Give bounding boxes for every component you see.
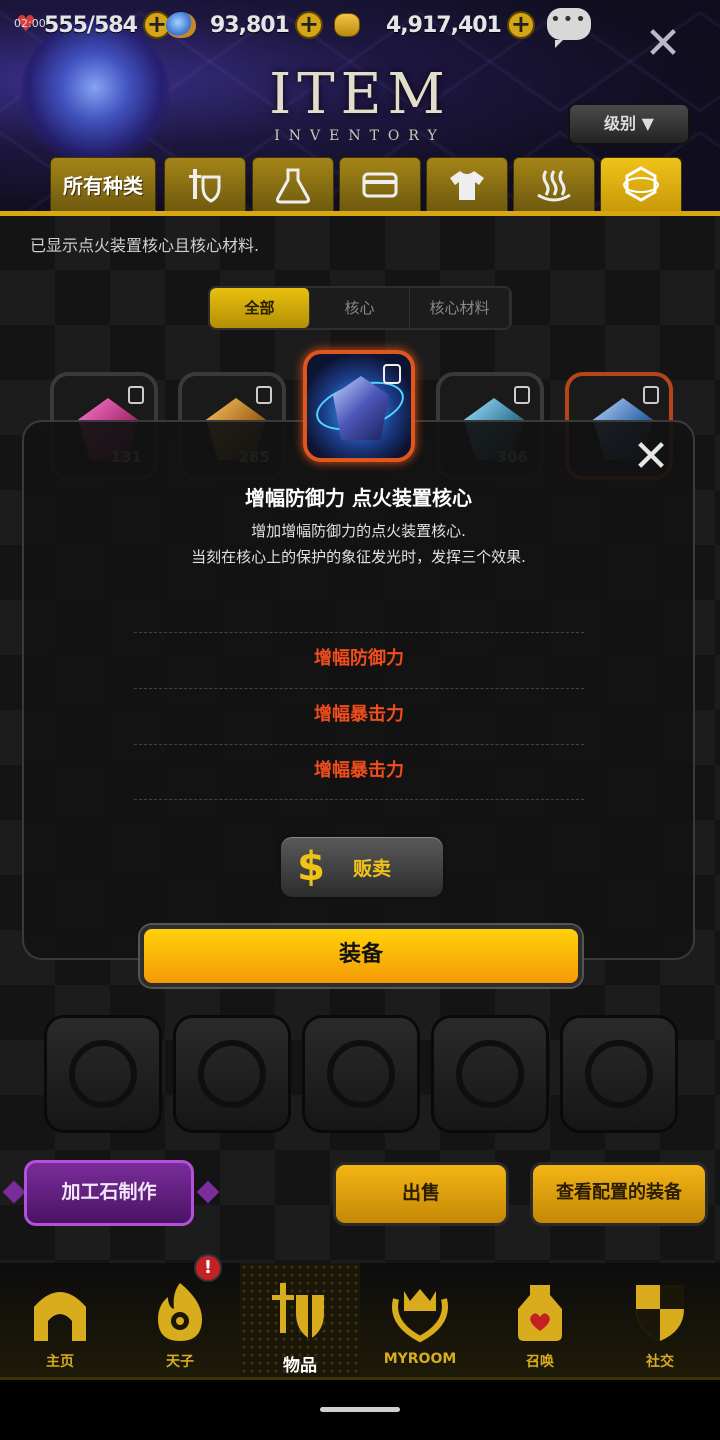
stamina-value: 555/584 — [44, 12, 138, 38]
sell-item-label: 贩卖 — [353, 857, 392, 880]
nav-social[interactable]: 社交 — [600, 1263, 720, 1377]
sword-shield-icon — [272, 1283, 324, 1339]
notification-badge: ! — [194, 1254, 222, 1282]
filter-core[interactable]: 核心 — [310, 288, 410, 328]
description-line: 当刻在核心上的保护的象征发光时，发挥三个效果. — [191, 548, 526, 566]
nav-label: 主页 — [46, 1354, 74, 1370]
empty-core-slot[interactable] — [173, 1015, 291, 1133]
dollar-icon: $ — [297, 844, 325, 890]
dialog-title: 增幅防御力 点火装置核心 — [245, 486, 472, 510]
gem-resource: 93,801 + — [166, 6, 323, 44]
view-equipped-button[interactable]: 查看配置的装备 — [530, 1162, 708, 1226]
effect-row: 增幅暴击力 — [134, 744, 584, 800]
filter-material[interactable]: 核心材料 — [410, 288, 510, 328]
weapon-armor-icon — [189, 168, 221, 203]
dialog-description: 增加增幅防御力的点火装置核心. 当刻在核心上的保护的象征发光时，发挥三个效果. — [24, 518, 693, 570]
nav-label: 物品 — [283, 1356, 317, 1376]
card-icon — [362, 172, 398, 197]
empty-slot-icon — [327, 1040, 395, 1108]
dialog-close-icon[interactable]: ✕ — [631, 435, 671, 479]
nav-tianzi[interactable]: 天子 — [120, 1263, 240, 1377]
selected-core-slot[interactable] — [303, 350, 415, 462]
effect-row: 增幅防御力 — [134, 632, 584, 688]
nav-label: MYROOM — [383, 1351, 457, 1367]
ignition-core-icon — [623, 165, 659, 202]
flame-eye-icon — [158, 1283, 202, 1341]
core-badge-icon — [383, 364, 401, 384]
social-shield-icon — [636, 1285, 684, 1341]
nav-label: 天子 — [166, 1354, 194, 1370]
effect-row: 增幅暴击力 — [134, 688, 584, 744]
system-nav-bar — [0, 1380, 720, 1440]
gold-resource: 4,917,401 + — [334, 6, 535, 44]
clock: 02:00 — [14, 17, 46, 30]
description-line: 增加增幅防御力的点火装置核心. — [251, 522, 466, 540]
empty-core-slot[interactable] — [44, 1015, 162, 1133]
empty-core-slot[interactable] — [560, 1015, 678, 1133]
costume-shirt-icon — [450, 170, 484, 200]
tab-costumes[interactable] — [426, 157, 508, 212]
empty-core-slot[interactable] — [302, 1015, 420, 1133]
item-detail-dialog: ✕ 增幅防御力 点火装置核心 增加增幅防御力的点火装置核心. 当刻在核心上的保护… — [22, 420, 695, 960]
summon-potion-icon — [518, 1285, 562, 1341]
tab-equipment[interactable] — [164, 157, 246, 212]
home-gate-icon — [34, 1292, 86, 1341]
resource-bar: ♥ 555/584 + 93,801 + 4,917,401 + — [0, 6, 720, 46]
tab-ignition-cores[interactable] — [600, 157, 682, 212]
nav-summon[interactable]: 召唤 — [480, 1263, 600, 1377]
sort-dropdown[interactable]: 级别 ▼ — [568, 103, 690, 145]
empty-slot-icon — [456, 1040, 524, 1108]
tab-cards[interactable] — [339, 157, 421, 212]
add-gold-button[interactable]: + — [506, 11, 535, 39]
gold-coin-icon — [334, 13, 360, 37]
core-badge-icon — [256, 386, 272, 404]
core-badge-icon — [514, 386, 530, 404]
tab-underline — [0, 211, 720, 216]
empty-slot-icon — [198, 1040, 266, 1108]
tab-hot-spring[interactable] — [513, 157, 595, 212]
tab-all[interactable]: 所有种类 — [50, 157, 156, 212]
nav-items[interactable]: 物品 — [240, 1263, 360, 1377]
nav-label: 召唤 — [526, 1354, 554, 1370]
nav-home[interactable]: 主页 — [0, 1263, 120, 1377]
sell-button[interactable]: 出售 — [333, 1162, 509, 1226]
empty-slot-icon — [585, 1040, 653, 1108]
sell-item-button[interactable]: $ 贩卖 — [278, 834, 446, 900]
gem-value: 93,801 — [210, 12, 290, 38]
hot-spring-icon — [537, 169, 571, 201]
filter-all[interactable]: 全部 — [210, 288, 310, 328]
potion-flask-icon — [275, 168, 311, 203]
empty-core-slot[interactable] — [431, 1015, 549, 1133]
filter-notice: 已显示点火装置核心且核心材料. — [30, 236, 260, 255]
chat-icon[interactable]: ••• — [547, 8, 591, 48]
tab-consumables[interactable] — [252, 157, 334, 212]
core-badge-icon — [643, 386, 659, 404]
nav-label: 社交 — [646, 1354, 674, 1370]
crown-laurel-icon — [392, 1289, 448, 1343]
gold-value: 4,917,401 — [386, 12, 502, 38]
core-filter: 全部 核心 核心材料 — [208, 286, 512, 330]
category-tabs: 所有种类 — [0, 157, 720, 215]
tab-all-label: 所有种类 — [63, 174, 143, 198]
equip-button[interactable]: 装备 — [140, 925, 582, 987]
bottom-nav: 主页 天子 物品 MYROOM 召唤 社交 — [0, 1263, 720, 1380]
divider — [134, 799, 584, 800]
core-badge-icon — [128, 386, 144, 404]
nav-myroom[interactable]: MYROOM — [360, 1263, 480, 1377]
add-gems-button[interactable]: + — [294, 11, 323, 39]
empty-slot-icon — [69, 1040, 137, 1108]
gem-icon — [166, 12, 196, 38]
home-gesture-bar[interactable] — [320, 1407, 400, 1412]
craft-stone-button[interactable]: 加工石制作 — [24, 1160, 194, 1226]
